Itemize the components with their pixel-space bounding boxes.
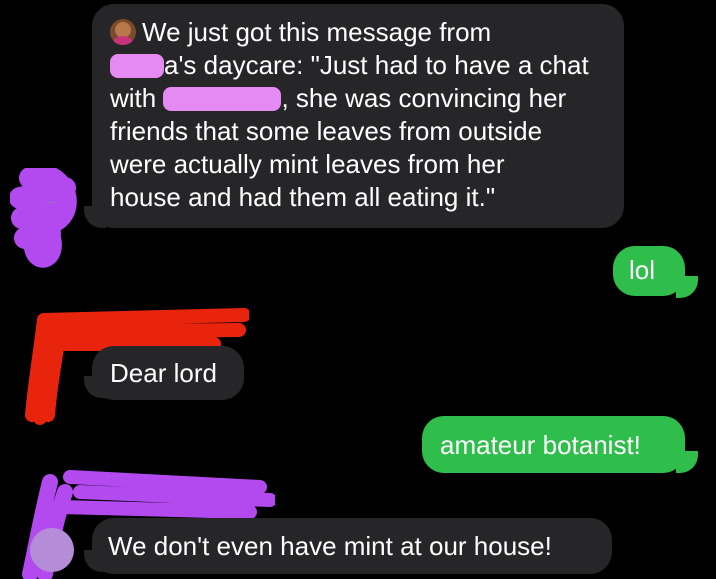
message-line: with , she was convincing her — [110, 83, 567, 113]
bubble-tail — [84, 206, 106, 228]
redacted-name — [110, 54, 164, 78]
bubble-tail — [676, 276, 698, 298]
message-line: were actually mint leaves from her — [110, 149, 505, 179]
message-bubble-received-mint[interactable]: We don't even have mint at our house! — [92, 518, 612, 574]
bubble-tail — [676, 451, 698, 473]
woman-emoji-icon — [110, 19, 136, 45]
message-bubble-received-1[interactable]: We just got this message from a's daycar… — [92, 4, 624, 228]
message-line: house and had them all eating it." — [110, 182, 496, 212]
message-line: friends that some leaves from outside — [110, 116, 543, 146]
redacted-name — [163, 87, 282, 111]
contact-avatar[interactable] — [30, 528, 74, 572]
message-line: We just got this message from — [110, 16, 624, 49]
message-bubble-sent-amateur-botanist[interactable]: amateur botanist! — [422, 416, 685, 473]
message-bubble-received-dear-lord[interactable]: Dear lord — [92, 346, 244, 400]
message-line: a's daycare: "Just had to have a chat — [110, 49, 624, 82]
purple-scribble-redaction — [10, 168, 77, 268]
message-bubble-sent-lol[interactable]: lol — [613, 246, 685, 296]
